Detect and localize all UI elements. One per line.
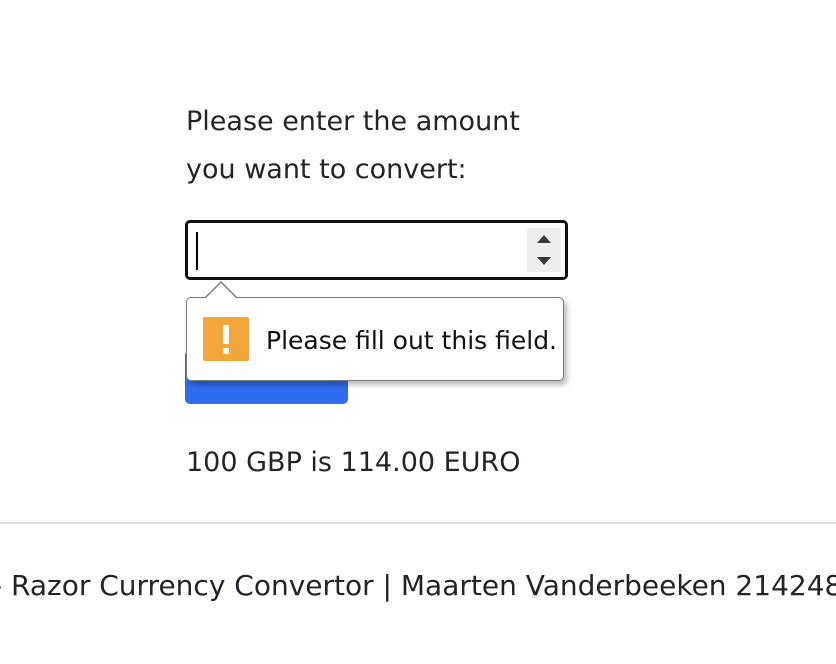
triangle-down-icon (537, 257, 551, 265)
exclamation-warning-icon (203, 317, 249, 361)
triangle-up-icon (537, 235, 551, 243)
amount-prompt: Please enter the amount you want to conv… (186, 98, 566, 194)
amount-field[interactable] (185, 220, 568, 280)
currency-converter-page: Please enter the amount you want to conv… (0, 0, 836, 664)
footer-divider (0, 522, 836, 524)
prompt-line-2: you want to convert: (186, 154, 467, 185)
prompt-line-1: Please enter the amount (186, 106, 520, 137)
text-caret (196, 232, 198, 270)
amount-input[interactable] (188, 223, 518, 277)
spin-up-button[interactable] (527, 228, 561, 250)
conversion-result: 100 GBP is 114.00 EURO (186, 447, 521, 478)
validation-message: Please fill out this field. (266, 326, 558, 355)
validation-tooltip: Please fill out this field. (186, 281, 564, 381)
number-spinner[interactable] (527, 228, 561, 272)
tooltip-arrow-fill (205, 283, 237, 299)
footer-text: - Razor Currency Convertor | Maarten Van… (0, 569, 836, 602)
spin-down-button[interactable] (527, 250, 561, 272)
exclamation-dot (223, 348, 229, 354)
exclamation-bar (223, 325, 229, 344)
